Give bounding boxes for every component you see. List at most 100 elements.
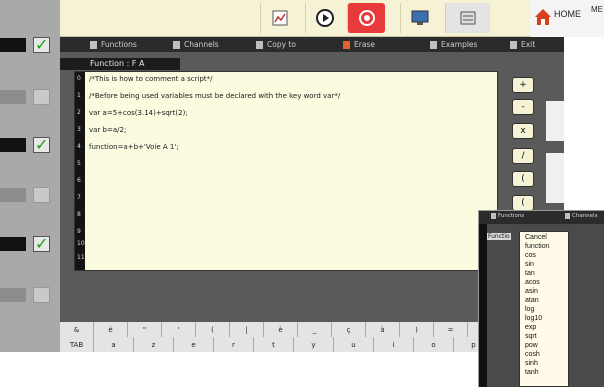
popup-menu-channels[interactable]: Channels (565, 213, 597, 219)
line-number: 1 (77, 92, 81, 99)
dropdown-item[interactable]: sin (525, 261, 534, 269)
line-number: 2 (77, 109, 81, 116)
dropdown-item[interactable]: tan (525, 270, 535, 278)
dash-button[interactable]: ( (512, 171, 534, 187)
keyboard-key[interactable]: e (174, 337, 214, 352)
menu-exit-label: Exit (521, 40, 536, 49)
tab-key[interactable]: TAB (60, 337, 94, 352)
keyboard-key[interactable]: y (294, 337, 334, 352)
dropdown-item[interactable]: log (525, 306, 534, 314)
keyboard-key[interactable]: u (334, 337, 374, 352)
home-icon (535, 9, 551, 25)
monitor-button[interactable] (400, 3, 438, 33)
popup-menu-functions[interactable]: Functions (491, 213, 524, 219)
menu-channels-label: Channels (184, 40, 219, 49)
dropdown-item[interactable]: cosh (525, 351, 540, 359)
keyboard-key[interactable]: ç (332, 322, 366, 337)
channel-checkbox[interactable] (33, 287, 50, 303)
function-dropdown[interactable]: Cancel function cos sin tan acos asin at… (519, 231, 569, 387)
line-number-gutter: 0 1 2 3 4 5 6 7 8 9 10 11 (75, 72, 85, 270)
keyboard-key[interactable]: à (366, 322, 400, 337)
check-icon: ✓ (35, 135, 49, 154)
code-line: /*Before being used variables must be de… (89, 92, 341, 100)
dropdown-item[interactable]: log10 (525, 315, 542, 323)
menu-channels[interactable]: Channels (173, 39, 219, 50)
chart-icon (272, 10, 287, 26)
channel-row (0, 184, 60, 206)
keyboard-key[interactable]: & (60, 322, 94, 337)
dropdown-item[interactable]: asin (525, 288, 538, 296)
keyboard-key[interactable]: _ (298, 322, 332, 337)
function-popup: Functions Channels Functio Cancel functi… (478, 210, 604, 387)
edge-label: ME (591, 5, 603, 14)
multiply-button[interactable]: x (512, 123, 534, 139)
plus-button[interactable]: + (512, 77, 534, 93)
divide-button[interactable]: / (512, 148, 534, 164)
chart-button[interactable] (260, 3, 298, 33)
keyboard-key[interactable]: ( (196, 322, 230, 337)
panel-edge (546, 153, 564, 203)
keyboard-key[interactable]: a (94, 337, 134, 352)
paren-button[interactable]: ( (512, 195, 534, 211)
keyboard-key[interactable]: ' (162, 322, 196, 337)
line-number: 11 (77, 254, 85, 261)
script-editor[interactable]: 0 1 2 3 4 5 6 7 8 9 10 11 /*This is how … (74, 71, 498, 271)
keyboard-key[interactable]: | (230, 322, 264, 337)
panel-edge (546, 101, 564, 141)
dropdown-item[interactable]: acos (525, 279, 540, 287)
line-number: 3 (77, 126, 81, 133)
minus-button[interactable]: - (512, 99, 534, 115)
keyboard-key[interactable]: " (128, 322, 162, 337)
dropdown-item[interactable]: exp (525, 324, 536, 332)
menu-erase[interactable]: Erase (343, 39, 375, 50)
menu-examples[interactable]: Examples (430, 39, 477, 50)
dropdown-item[interactable]: atan (525, 297, 539, 305)
keyboard-key[interactable]: = (434, 322, 468, 337)
channel-checkbox[interactable]: ✓ (33, 35, 50, 54)
dropdown-cancel[interactable]: Cancel (525, 234, 547, 242)
channel-color-swatch (0, 188, 26, 202)
code-line: var a=5+cos(3.14)+sqrt(2); (89, 109, 188, 117)
keyboard-key[interactable]: i (374, 337, 414, 352)
line-number: 10 (77, 240, 85, 247)
keyboard-key[interactable]: t (254, 337, 294, 352)
dropdown-item[interactable]: cos (525, 252, 536, 260)
exit-icon (510, 40, 517, 49)
keyboard-key[interactable]: r (214, 337, 254, 352)
examples-icon (430, 40, 437, 49)
line-number: 8 (77, 211, 81, 218)
settings-button[interactable] (445, 3, 490, 33)
channel-checkbox[interactable]: ✓ (33, 234, 50, 253)
dropdown-item[interactable]: pow (525, 342, 538, 350)
menu-functions[interactable]: Functions (90, 39, 137, 50)
channel-color-swatch (0, 38, 26, 52)
channel-color-swatch (0, 90, 26, 104)
channel-checkbox[interactable]: ✓ (33, 135, 50, 154)
channel-checkbox[interactable] (33, 187, 50, 203)
play-button[interactable] (305, 3, 343, 33)
keyboard-key[interactable]: é (94, 322, 128, 337)
line-number: 7 (77, 194, 81, 201)
onscreen-keyboard: & é " ' ( | è _ ç à ) = TAB a z e r t y … (60, 322, 500, 352)
keyboard-key[interactable]: o (414, 337, 454, 352)
channel-color-swatch (0, 237, 26, 251)
dropdown-item[interactable]: sinh (525, 360, 538, 368)
dropdown-item[interactable]: sqrt (525, 333, 537, 341)
keyboard-key[interactable]: ) (400, 322, 434, 337)
menu-copy-to[interactable]: Copy to (256, 39, 296, 50)
line-number: 6 (77, 177, 81, 184)
channel-checkbox[interactable] (33, 89, 50, 105)
menu-examples-label: Examples (441, 40, 478, 49)
dropdown-item[interactable]: tanh (525, 369, 539, 377)
keyboard-key[interactable]: z (134, 337, 174, 352)
line-number: 4 (77, 143, 81, 150)
dropdown-item[interactable]: function (525, 243, 550, 251)
channel-row: ✓ (0, 233, 60, 255)
popup-menu-bar: Functions Channels (479, 211, 604, 224)
popup-functions-label: Functions (498, 213, 525, 219)
channel-row: ✓ (0, 34, 60, 56)
menu-exit[interactable]: Exit (510, 39, 535, 50)
home-button[interactable]: HOME ME (530, 0, 604, 37)
keyboard-key[interactable]: è (264, 322, 298, 337)
record-button[interactable] (347, 3, 385, 33)
